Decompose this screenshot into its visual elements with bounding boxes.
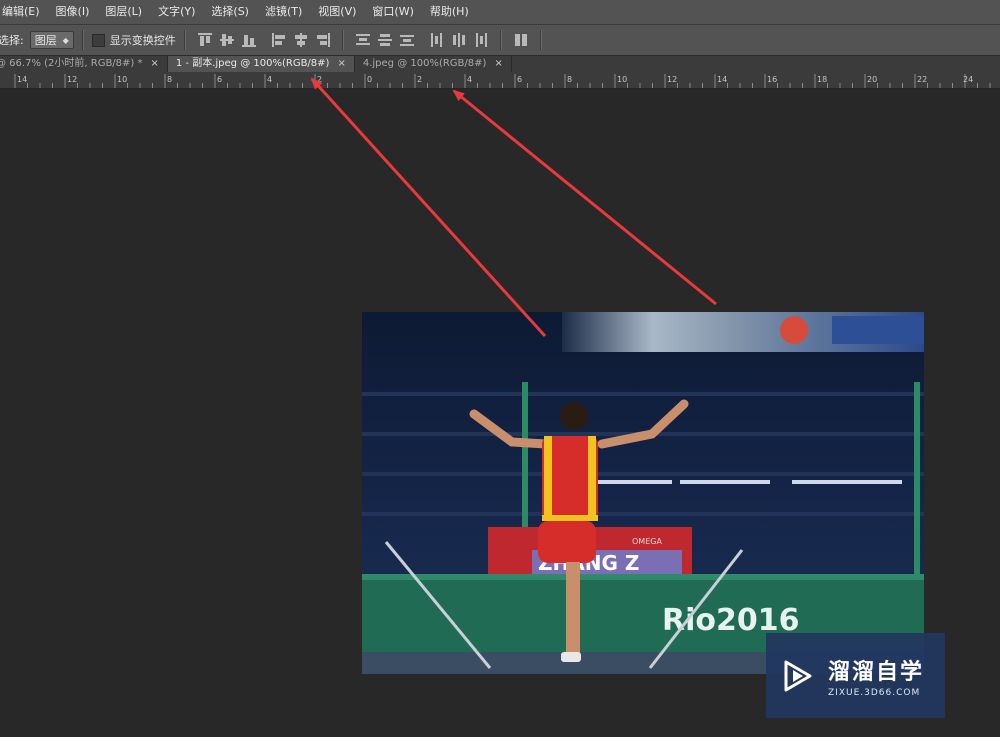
ruler-label: 2 (417, 75, 422, 84)
ruler-label: 22 (917, 75, 927, 84)
menu-edit[interactable]: 编辑(E) (0, 0, 48, 24)
align-right-icon[interactable] (315, 32, 331, 48)
menu-bar: 编辑(E) 图像(I) 图层(L) 文字(Y) 选择(S) 滤镜(T) 视图(V… (0, 0, 1000, 25)
watermark-url: ZIXUE.3D66.COM (828, 687, 921, 698)
document-tabs: @ 66.7% (2小时前, RGB/8#) * × 1 - 副本.jpeg @… (0, 56, 1000, 72)
auto-select-dropdown[interactable]: 图层 ◆ (29, 31, 74, 49)
ruler-label: 10 (117, 75, 127, 84)
align-top-icon[interactable] (197, 32, 213, 48)
align-left-icon[interactable] (271, 32, 287, 48)
menu-window[interactable]: 窗口(W) (364, 0, 421, 24)
align-vcenter-icon[interactable] (219, 32, 235, 48)
menu-image[interactable]: 图像(I) (48, 0, 98, 24)
ruler-label: 10 (617, 75, 627, 84)
separator (539, 30, 542, 50)
ruler-label: 14 (17, 75, 27, 84)
auto-select-value: 图层 (34, 34, 57, 47)
separator (81, 30, 84, 50)
tab-label: @ 66.7% (2小时前, RGB/8#) * (0, 58, 143, 69)
distribute-top-icon[interactable] (355, 32, 371, 48)
distribute-hcenter-icon[interactable] (451, 32, 467, 48)
align-hcenter-icon[interactable] (293, 32, 309, 48)
ruler-label: 12 (67, 75, 77, 84)
ruler-label: 20 (867, 75, 877, 84)
play-logo-icon (784, 660, 812, 691)
ruler-label: 8 (567, 75, 572, 84)
tab-document-3[interactable]: 4.jpeg @ 100%(RGB/8#) × (355, 56, 512, 72)
show-transform-controls[interactable]: 显示变换控件 (91, 32, 176, 48)
watermark-title: 溜溜自学 (828, 659, 925, 685)
ruler-label: 2 (317, 75, 322, 84)
align-bottom-icon[interactable] (241, 32, 257, 48)
options-bar: 选择: 图层 ◆ 显示变换控件 (0, 25, 1000, 56)
ruler-label: 24 (963, 75, 973, 84)
menu-select[interactable]: 选择(S) (203, 0, 257, 24)
ruler-label: 16 (767, 75, 777, 84)
close-icon[interactable]: × (151, 56, 159, 72)
auto-align-icon[interactable] (513, 32, 529, 48)
athlete-photo: ZHANG Z OMEGA Rio2016 (362, 312, 924, 674)
board-brand: OMEGA (632, 537, 662, 546)
ruler-label: 6 (517, 75, 522, 84)
site-watermark: 溜溜自学 ZIXUE.3D66.COM (766, 633, 945, 718)
separator (499, 30, 502, 50)
dropdown-arrow-icon: ◆ (62, 35, 69, 45)
tab-document-1[interactable]: @ 66.7% (2小时前, RGB/8#) * × (0, 56, 168, 72)
horizontal-ruler[interactable]: 14 12 10 8 6 4 2 0 2 4 6 8 10 12 14 16 1… (0, 72, 1000, 89)
distribute-bottom-icon[interactable] (399, 32, 415, 48)
separator (183, 30, 186, 50)
menu-help[interactable]: 帮助(H) (422, 0, 477, 24)
separator (341, 30, 344, 50)
ruler-label: 12 (667, 75, 677, 84)
distribute-vcenter-icon[interactable] (377, 32, 393, 48)
close-icon[interactable]: × (494, 56, 502, 72)
document-image[interactable]: ZHANG Z OMEGA Rio2016 (362, 312, 924, 674)
menu-filter[interactable]: 滤镜(T) (257, 0, 310, 24)
align-buttons (194, 32, 334, 48)
tab-document-2[interactable]: 1 - 副本.jpeg @ 100%(RGB/8#) × (167, 56, 355, 72)
ruler-label: 8 (167, 75, 172, 84)
show-transform-label: 显示变换控件 (109, 34, 176, 47)
tab-label: 1 - 副本.jpeg @ 100%(RGB/8#) (175, 58, 330, 69)
menu-layer[interactable]: 图层(L) (97, 0, 150, 24)
ruler-label: 18 (817, 75, 827, 84)
tab-label: 4.jpeg @ 100%(RGB/8#) (362, 58, 487, 69)
distribute-buttons (352, 32, 492, 48)
distribute-right-icon[interactable] (473, 32, 489, 48)
ruler-label: 6 (217, 75, 222, 84)
close-icon[interactable]: × (337, 56, 345, 72)
menu-type[interactable]: 文字(Y) (150, 0, 203, 24)
ruler-label: 0 (367, 75, 372, 84)
distribute-left-icon[interactable] (429, 32, 445, 48)
ruler-ticks: 14 12 10 8 6 4 2 0 2 4 6 8 10 12 14 16 1… (14, 74, 991, 88)
auto-select-label: 选择: (0, 34, 24, 47)
show-transform-checkbox[interactable] (91, 33, 105, 47)
ruler-label: 4 (467, 75, 472, 84)
ruler-label: 4 (267, 75, 272, 84)
ruler-label: 14 (717, 75, 727, 84)
menu-view[interactable]: 视图(V) (310, 0, 364, 24)
